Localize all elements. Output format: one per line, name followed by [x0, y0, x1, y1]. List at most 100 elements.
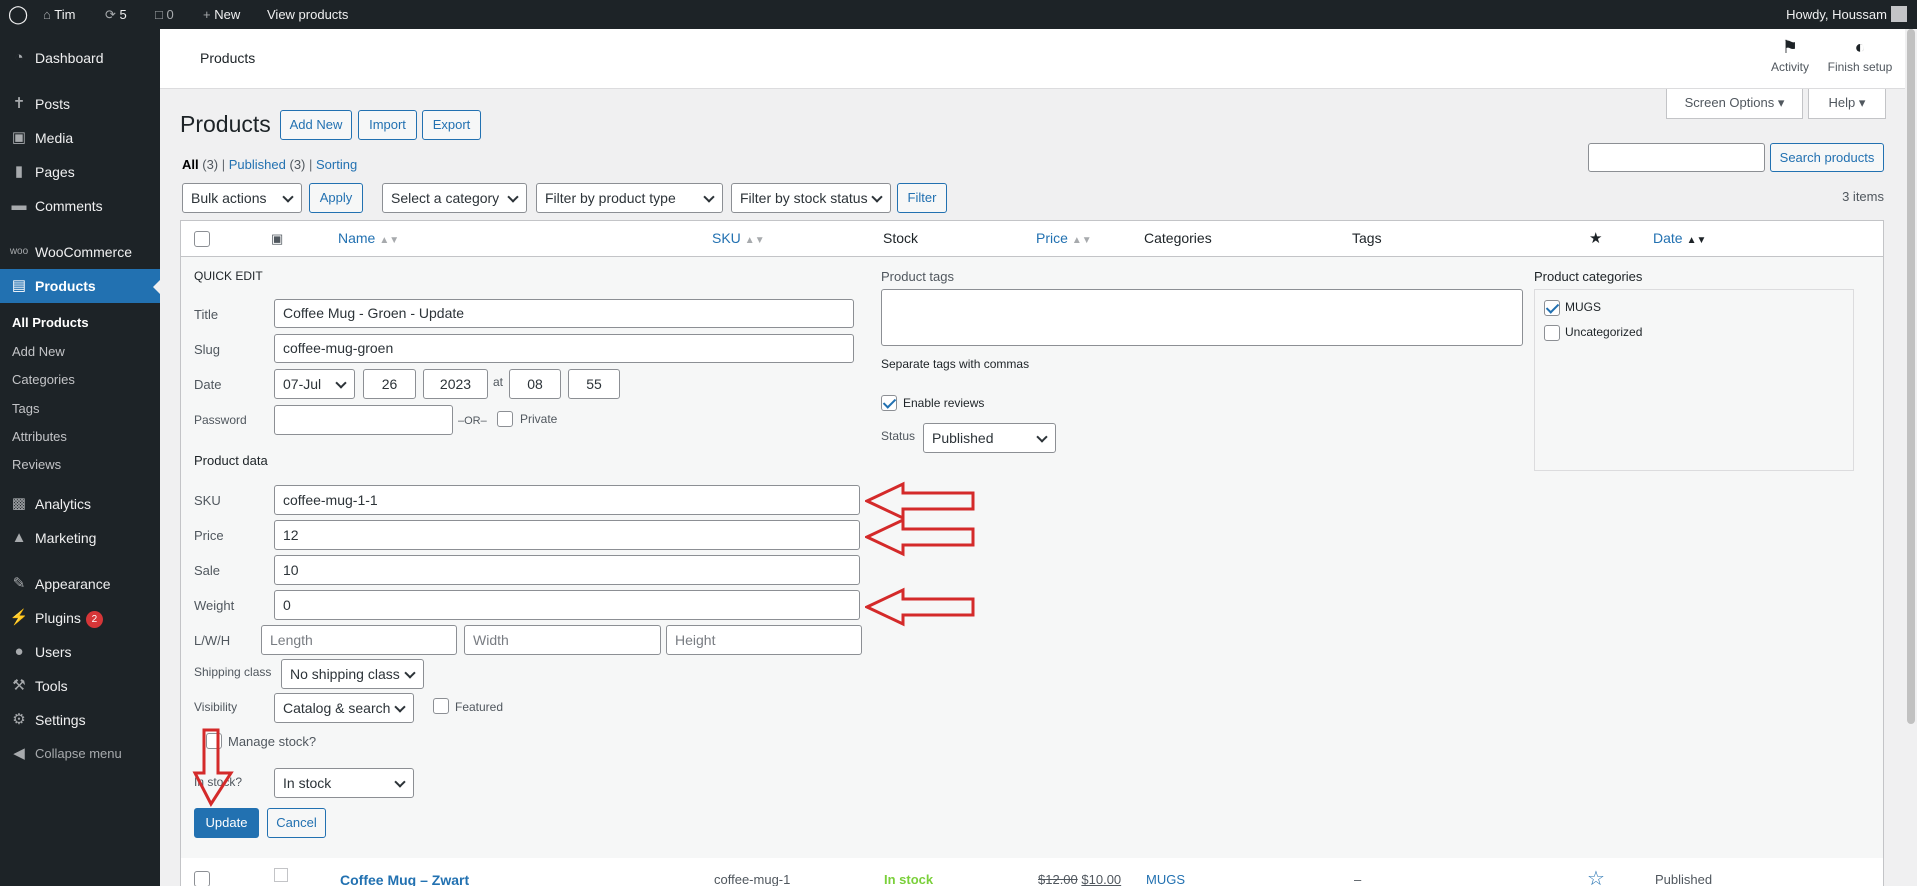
finish-setup-button[interactable]: ◐ Finish setup — [1820, 37, 1900, 74]
scrollbar-thumb[interactable] — [1907, 29, 1915, 724]
title-input[interactable]: Coffee Mug - Groen - Update — [274, 299, 854, 328]
sidebar-item-settings[interactable]: ⚙ Settings — [0, 703, 160, 737]
submenu-reviews[interactable]: Reviews — [0, 451, 160, 478]
sidebar-item-pages[interactable]: ▮ Pages — [0, 155, 160, 189]
sidebar-item-dashboard[interactable]: ◔ Dashboard — [0, 41, 160, 75]
activity-button[interactable]: ⚑ Activity — [1760, 37, 1820, 74]
minute-input[interactable]: 55 — [568, 369, 620, 399]
sidebar-item-comments[interactable]: ▬ Comments — [0, 189, 160, 223]
product-price: $12.00 $10.00 — [1038, 872, 1122, 886]
help-button[interactable]: Help ▾ — [1808, 89, 1886, 119]
column-date-header[interactable]: Date ▲▼ — [1653, 221, 1706, 256]
day-input[interactable]: 26 — [363, 369, 416, 399]
view-all-link[interactable]: All (3) — [182, 157, 218, 172]
status-select[interactable]: Published — [923, 423, 1056, 453]
product-category-link[interactable]: MUGS — [1146, 872, 1185, 886]
pin-icon: ✝ — [12, 95, 26, 112]
add-new-button[interactable]: Add New — [280, 110, 352, 140]
featured-checkbox[interactable] — [433, 698, 449, 714]
new-content-link[interactable]: + New — [203, 0, 240, 29]
product-tags-textarea[interactable] — [881, 289, 1523, 346]
product-type-filter-select[interactable]: Filter by product type — [536, 183, 723, 213]
sidebar-item-posts[interactable]: ✝ Posts — [0, 87, 160, 121]
weight-input[interactable]: 0 — [274, 590, 860, 620]
product-thumbnail[interactable] — [274, 868, 288, 882]
product-tags: – — [1354, 872, 1362, 886]
product-name-link[interactable]: Coffee Mug – Zwart — [340, 872, 469, 886]
sidebar-item-marketing[interactable]: ▲ Marketing — [0, 521, 160, 555]
update-button[interactable]: Update — [194, 808, 259, 838]
wrench-icon: ⚒ — [12, 677, 26, 694]
cancel-button[interactable]: Cancel — [267, 808, 326, 838]
year-input[interactable]: 2023 — [423, 369, 488, 399]
import-button[interactable]: Import — [358, 110, 417, 140]
comments-link[interactable]: □ 0 — [155, 0, 174, 29]
submenu-attributes[interactable]: Attributes — [0, 423, 160, 450]
width-input[interactable]: Width — [464, 625, 661, 655]
export-button[interactable]: Export — [422, 110, 481, 140]
view-sorting-link[interactable]: Sorting — [316, 157, 357, 172]
select-all-checkbox[interactable] — [194, 231, 210, 247]
flag-icon: ⚑ — [1781, 37, 1799, 57]
bulk-actions-select[interactable]: Bulk actions — [182, 183, 302, 213]
featured-star-outline-icon[interactable]: ☆ — [1587, 866, 1605, 886]
length-input[interactable]: Length — [261, 625, 457, 655]
submenu-all-products[interactable]: All Products — [0, 309, 160, 336]
column-name-header[interactable]: Name ▲▼ — [338, 221, 399, 256]
shipping-class-select[interactable]: No shipping class — [281, 659, 424, 689]
page-scrollbar[interactable] — [1905, 29, 1917, 886]
stock-status-filter-select[interactable]: Filter by stock status — [731, 183, 891, 213]
category-uncategorized-checkbox[interactable] — [1544, 325, 1560, 341]
view-products-link[interactable]: View products — [267, 0, 348, 29]
sidebar-item-products[interactable]: ▤ Products — [0, 269, 161, 303]
sidebar-item-appearance[interactable]: ✎ Appearance — [0, 567, 160, 601]
submenu-add-new[interactable]: Add New — [0, 338, 160, 365]
page-icon: ▮ — [14, 163, 24, 180]
category-filter-select[interactable]: Select a category — [382, 183, 527, 213]
submenu-tags[interactable]: Tags — [0, 395, 160, 422]
row-checkbox[interactable] — [194, 871, 210, 886]
categories-checklist[interactable]: MUGS Uncategorized — [1534, 289, 1854, 471]
filter-button[interactable]: Filter — [897, 183, 947, 213]
sidebar-item-media[interactable]: ▣ Media — [0, 121, 160, 155]
view-published-link[interactable]: Published (3) — [229, 157, 306, 172]
slug-label: Slug — [194, 342, 221, 357]
categories-scrollbar[interactable] — [1839, 290, 1853, 470]
shipping-class-label: Shipping class — [194, 665, 272, 679]
sidebar-item-users[interactable]: ● Users — [0, 635, 160, 669]
search-products-button[interactable]: Search products — [1770, 143, 1884, 172]
sidebar-item-tools[interactable]: ⚒ Tools — [0, 669, 160, 703]
enable-reviews-checkbox[interactable] — [881, 395, 897, 411]
collapse-menu-button[interactable]: ◀ Collapse menu — [0, 737, 160, 771]
wordpress-logo-icon[interactable]: ◯ — [8, 0, 28, 29]
woocommerce-header: Products ⚑ Activity ◐ Finish setup — [160, 29, 1917, 89]
stock-status-select[interactable]: In stock — [274, 768, 414, 798]
slug-input[interactable]: coffee-mug-groen — [274, 334, 854, 363]
howdy-user-link[interactable]: Howdy, Houssam — [1786, 0, 1887, 29]
price-input[interactable]: 12 — [274, 520, 860, 550]
height-input[interactable]: Height — [666, 625, 862, 655]
site-name-link[interactable]: ⌂ Tim — [43, 0, 75, 29]
avatar[interactable] — [1891, 6, 1907, 22]
apply-button[interactable]: Apply — [309, 183, 363, 213]
sku-input[interactable]: coffee-mug-1-1 — [274, 485, 860, 515]
submenu-categories[interactable]: Categories — [0, 366, 160, 393]
visibility-select[interactable]: Catalog & search — [274, 693, 414, 723]
category-mugs-checkbox[interactable] — [1544, 300, 1560, 316]
column-price-header[interactable]: Price ▲▼ — [1036, 221, 1092, 256]
column-sku-header[interactable]: SKU ▲▼ — [712, 221, 765, 256]
private-checkbox[interactable] — [497, 411, 513, 427]
sidebar-item-plugins[interactable]: ⚡ Plugins 2 — [0, 601, 160, 635]
screen-options-button[interactable]: Screen Options ▾ — [1666, 89, 1803, 119]
sidebar-item-woocommerce[interactable]: woo WooCommerce — [0, 235, 160, 269]
featured-star-icon[interactable]: ★ — [1589, 221, 1602, 256]
sale-input[interactable]: 10 — [274, 555, 860, 585]
hour-input[interactable]: 08 — [509, 369, 561, 399]
sidebar-item-analytics[interactable]: ▩ Analytics — [0, 487, 160, 521]
search-input[interactable] — [1588, 143, 1765, 172]
updates-link[interactable]: ⟳ 5 — [105, 0, 127, 29]
month-select[interactable]: 07-Jul — [274, 369, 355, 399]
password-input[interactable] — [274, 405, 453, 435]
dashboard-icon: ◔ — [14, 49, 24, 66]
view-filters: All (3) | Published (3) | Sorting — [182, 157, 358, 172]
